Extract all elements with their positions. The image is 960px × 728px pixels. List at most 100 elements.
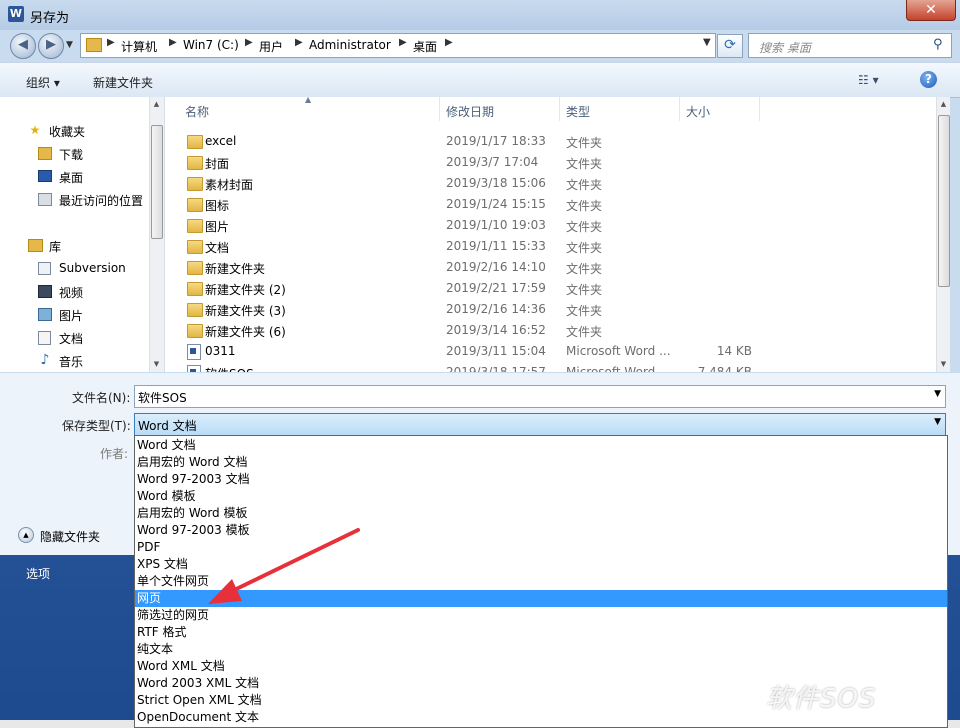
save-type-option[interactable]: Word 97-2003 模板 bbox=[135, 522, 947, 539]
file-name: 封面 bbox=[205, 157, 230, 171]
save-type-option[interactable]: Word 97-2003 文档 bbox=[135, 471, 947, 488]
breadcrumb-desktop[interactable]: 桌面 bbox=[413, 38, 437, 55]
sidebar-scrollbar[interactable]: ▲ ▼ bbox=[149, 97, 164, 372]
save-type-option-label: Word XML 文档 bbox=[137, 659, 225, 673]
sort-ascending-icon: ▲ bbox=[305, 97, 312, 104]
breadcrumb-separator-icon[interactable]: ▶ bbox=[445, 37, 453, 48]
sidebar-item-pictures[interactable]: 图片 bbox=[0, 305, 150, 325]
file-row[interactable]: 软件SOS 2019/3/18 17:57 Microsoft Word ... 7,… bbox=[165, 362, 935, 372]
save-type-option[interactable]: Word 模板 bbox=[135, 488, 947, 505]
folder-icon bbox=[187, 303, 203, 317]
library-icon bbox=[28, 239, 43, 252]
help-icon[interactable]: ? bbox=[920, 71, 937, 88]
column-divider[interactable] bbox=[679, 97, 680, 121]
save-type-option[interactable]: 网页 bbox=[135, 590, 947, 607]
scroll-down-icon[interactable]: ▼ bbox=[150, 357, 163, 371]
column-divider[interactable] bbox=[759, 97, 760, 121]
file-date: 2019/3/7 17:04 bbox=[446, 155, 539, 169]
breadcrumb-separator-icon[interactable]: ▶ bbox=[295, 37, 303, 48]
file-list-scroll-thumb[interactable] bbox=[938, 115, 950, 287]
scroll-down-icon[interactable]: ▼ bbox=[937, 357, 950, 371]
file-row[interactable]: 图片 2019/1/10 19:03 文件夹 bbox=[165, 215, 935, 236]
breadcrumb-separator-icon[interactable]: ▶ bbox=[169, 37, 177, 48]
sidebar-item-videos[interactable]: 视频 bbox=[0, 282, 150, 302]
filename-input[interactable]: 软件SOS ▼ bbox=[134, 385, 946, 408]
filename-dropdown-icon[interactable]: ▼ bbox=[934, 389, 941, 399]
sidebar-item-desktop[interactable]: 桌面 bbox=[0, 167, 150, 187]
save-type-option[interactable]: Word XML 文档 bbox=[135, 658, 947, 675]
save-type-option[interactable]: 启用宏的 Word 模板 bbox=[135, 505, 947, 522]
file-date: 2019/3/14 16:52 bbox=[446, 323, 546, 337]
sidebar-item-music[interactable]: ♪ 音乐 bbox=[0, 351, 150, 371]
column-header-row: 名称 ▲ 修改日期 类型 大小 bbox=[165, 97, 935, 121]
save-type-option[interactable]: 纯文本 bbox=[135, 641, 947, 658]
file-row[interactable]: 新建文件夹 (3) 2019/2/16 14:36 文件夹 bbox=[165, 299, 935, 320]
save-type-select[interactable]: Word 文档 ▼ bbox=[134, 413, 946, 436]
organize-button[interactable]: 组织 ▾ bbox=[26, 74, 60, 91]
file-list-scrollbar[interactable]: ▲ ▼ bbox=[936, 97, 950, 372]
search-input[interactable]: 搜索 桌面 ⚲ bbox=[748, 33, 952, 58]
change-view-icon[interactable]: ☷ ▾ bbox=[858, 73, 879, 87]
save-type-option[interactable]: 启用宏的 Word 文档 bbox=[135, 454, 947, 471]
column-header-date[interactable]: 修改日期 bbox=[446, 103, 494, 120]
folder-icon bbox=[187, 324, 203, 338]
scroll-up-icon[interactable]: ▲ bbox=[937, 97, 950, 111]
sidebar-item-documents[interactable]: 文档 bbox=[0, 328, 150, 348]
desktop-icon bbox=[38, 170, 52, 182]
sidebar-library[interactable]: 库 bbox=[0, 236, 150, 256]
file-row[interactable]: 文档 2019/1/11 15:33 文件夹 bbox=[165, 236, 935, 257]
sidebar-label: Subversion bbox=[59, 261, 126, 275]
file-row[interactable]: excel 2019/1/17 18:33 文件夹 bbox=[165, 131, 935, 152]
search-icon[interactable]: ⚲ bbox=[933, 37, 943, 52]
file-date: 2019/3/18 17:57 bbox=[446, 365, 546, 372]
back-arrow-icon[interactable]: ◀ bbox=[10, 33, 36, 59]
column-header-size[interactable]: 大小 bbox=[686, 103, 710, 120]
file-size: 7,484 KB bbox=[697, 365, 752, 372]
breadcrumb-computer[interactable]: 计算机 bbox=[121, 38, 157, 55]
save-type-option[interactable]: PDF bbox=[135, 539, 947, 556]
sidebar-scroll-thumb[interactable] bbox=[151, 125, 163, 239]
address-bar[interactable]: ▶ 计算机 ▶ Win7 (C:) ▶ 用户 ▶ Administrator ▶… bbox=[80, 33, 716, 58]
navigation-pane: ★ 收藏夹 下载 桌面 最近访问的位置 库 Subversion 视频 图片 文… bbox=[0, 97, 165, 372]
sidebar-item-recent-places[interactable]: 最近访问的位置 bbox=[0, 190, 150, 210]
file-row[interactable]: 新建文件夹 2019/2/16 14:10 文件夹 bbox=[165, 257, 935, 278]
refresh-icon[interactable]: ⟳ bbox=[717, 34, 743, 58]
save-type-option[interactable]: XPS 文档 bbox=[135, 556, 947, 573]
new-folder-button[interactable]: 新建文件夹 bbox=[93, 74, 153, 91]
file-row[interactable]: 图标 2019/1/24 15:15 文件夹 bbox=[165, 194, 935, 215]
breadcrumb-separator-icon[interactable]: ▶ bbox=[245, 37, 253, 48]
column-header-type[interactable]: 类型 bbox=[566, 103, 590, 120]
save-type-option[interactable]: 筛选过的网页 bbox=[135, 607, 947, 624]
backstage-option-item[interactable]: 选项 bbox=[26, 565, 50, 582]
folder-icon bbox=[187, 198, 203, 212]
file-row[interactable]: 新建文件夹 (2) 2019/2/21 17:59 文件夹 bbox=[165, 278, 935, 299]
sidebar-label: 收藏夹 bbox=[49, 125, 86, 139]
recent-locations-chevron-icon[interactable]: ▼ bbox=[66, 40, 73, 50]
file-row[interactable]: 素材封面 2019/3/18 15:06 文件夹 bbox=[165, 173, 935, 194]
file-row[interactable]: 新建文件夹 (6) 2019/3/14 16:52 文件夹 bbox=[165, 320, 935, 341]
breadcrumb-administrator[interactable]: Administrator bbox=[309, 38, 391, 52]
sidebar-favorites[interactable]: ★ 收藏夹 bbox=[0, 121, 150, 141]
forward-arrow-icon[interactable]: ▶ bbox=[38, 33, 64, 59]
save-type-option[interactable]: RTF 格式 bbox=[135, 624, 947, 641]
breadcrumb-users[interactable]: 用户 bbox=[259, 38, 283, 55]
breadcrumb-drive[interactable]: Win7 (C:) bbox=[183, 38, 239, 52]
navigation-row: ◀ ▶ ▼ ▶ 计算机 ▶ Win7 (C:) ▶ 用户 ▶ Administr… bbox=[0, 30, 960, 62]
column-divider[interactable] bbox=[439, 97, 440, 121]
save-type-dropdown-icon[interactable]: ▼ bbox=[934, 417, 941, 427]
column-header-name[interactable]: 名称 bbox=[185, 103, 209, 120]
file-row[interactable]: 0311 2019/3/11 15:04 Microsoft Word ... 14 … bbox=[165, 341, 935, 362]
breadcrumb-separator-icon[interactable]: ▶ bbox=[399, 37, 407, 48]
column-divider[interactable] bbox=[559, 97, 560, 121]
file-row[interactable]: 封面 2019/3/7 17:04 文件夹 bbox=[165, 152, 935, 173]
word-document-icon bbox=[187, 344, 201, 360]
scroll-up-icon[interactable]: ▲ bbox=[150, 97, 163, 111]
address-dropdown-icon[interactable]: ▼ bbox=[703, 37, 711, 48]
close-button[interactable]: ✕ bbox=[906, 0, 956, 21]
sidebar-item-downloads[interactable]: 下载 bbox=[0, 144, 150, 164]
breadcrumb-separator-icon[interactable]: ▶ bbox=[107, 37, 115, 48]
save-type-option[interactable]: 单个文件网页 bbox=[135, 573, 947, 590]
file-type: Microsoft Word ... bbox=[566, 344, 671, 358]
sidebar-item-subversion[interactable]: Subversion bbox=[0, 259, 150, 279]
save-type-option[interactable]: Word 文档 bbox=[135, 437, 947, 454]
